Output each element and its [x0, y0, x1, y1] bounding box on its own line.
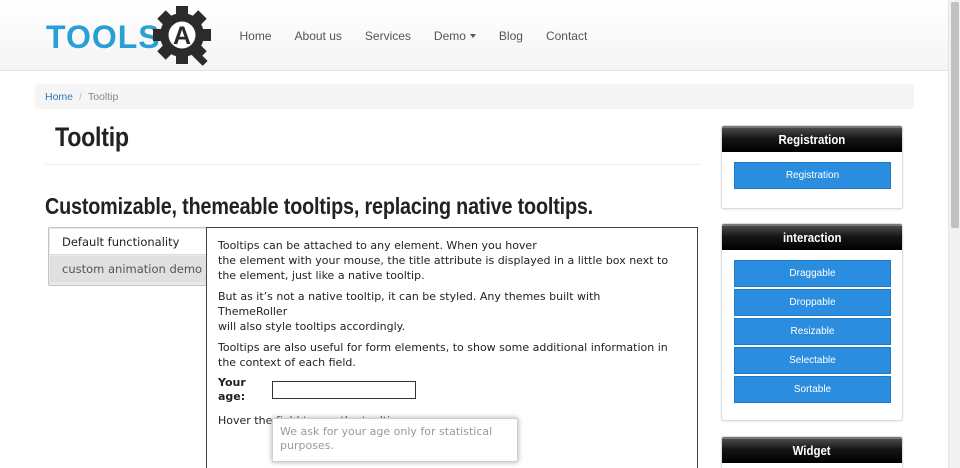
age-field-row: Your age: — [218, 376, 686, 404]
tab-default-functionality[interactable]: Default functionality — [50, 229, 206, 255]
sidebar-widget-widget: Widget — [721, 436, 903, 468]
selectable-button[interactable]: Selectable — [734, 347, 891, 374]
nav-blog[interactable]: Blog — [487, 29, 534, 43]
age-label: Your age: — [218, 376, 246, 403]
resizable-button[interactable]: Resizable — [734, 318, 891, 345]
nav-home[interactable]: Home — [228, 29, 283, 43]
logo-letter: A — [173, 22, 191, 50]
age-input[interactable] — [272, 381, 416, 399]
sidebar-interaction-widget: interaction Draggable Droppable Resizabl… — [721, 223, 903, 421]
registration-button[interactable]: Registration — [734, 162, 891, 189]
sortable-button[interactable]: Sortable — [734, 376, 891, 403]
main-nav: Home About us Services Demo Blog Contact — [228, 0, 599, 71]
page-subtitle: Customizable, themeable tooltips, replac… — [45, 193, 594, 219]
demo-tab-list: Default functionality custom animation d… — [48, 227, 208, 286]
nav-demo-dropdown[interactable]: Demo — [422, 29, 487, 43]
demo-text-line: will also style tooltips accordingly. — [218, 320, 406, 333]
demo-paragraph: But as it’s not a native tooltip, it can… — [218, 289, 686, 334]
widget-title: Registration — [722, 126, 902, 152]
tooltip-popup: We ask for your age only for statistical… — [272, 418, 518, 462]
tab-custom-animation-demo[interactable]: custom animation demo — [50, 256, 206, 282]
draggable-button[interactable]: Draggable — [734, 260, 891, 287]
logo-text: TOOLS — [46, 19, 161, 55]
demo-widget: Default functionality custom animation d… — [48, 227, 698, 468]
breadcrumb-home[interactable]: Home — [45, 91, 73, 103]
demo-paragraph: Tooltips are also useful for form elemen… — [218, 340, 686, 370]
navbar: TOOLS A Home About us Services Demo Blog… — [0, 0, 948, 71]
breadcrumb-current: Tooltip — [87, 90, 119, 103]
widget-title-text: interaction — [782, 230, 842, 245]
droppable-button[interactable]: Droppable — [734, 289, 891, 316]
breadcrumb: Home / Tooltip — [35, 84, 914, 109]
demo-panel: Tooltips can be attached to any element.… — [206, 227, 698, 468]
nav-about-us[interactable]: About us — [283, 29, 353, 43]
nav-services[interactable]: Services — [353, 29, 422, 43]
demo-text-line: the element with your mouse, the title a… — [218, 254, 669, 282]
widget-title: Widget — [722, 437, 902, 463]
widget-title: interaction — [722, 224, 902, 250]
gear-icon: A — [153, 6, 211, 66]
widget-title-text: Registration — [778, 132, 846, 147]
nav-contact[interactable]: Contact — [534, 29, 598, 43]
demo-paragraph: Tooltips can be attached to any element.… — [218, 238, 686, 283]
demo-text-line: Tooltips can be attached to any element.… — [218, 239, 537, 252]
demo-text-line: Tooltips are also useful for form elemen… — [218, 341, 668, 369]
page-title: Tooltip — [55, 122, 129, 152]
scrollbar-thumb[interactable] — [951, 2, 959, 228]
site-logo[interactable]: TOOLS A — [46, 6, 218, 66]
demo-text-line: But as it’s not a native tooltip, it can… — [218, 290, 601, 303]
nav-demo-label: Demo — [433, 28, 466, 43]
widget-title-text: Widget — [792, 443, 832, 458]
caret-down-icon — [469, 34, 476, 39]
page-scrollbar[interactable] — [948, 0, 960, 468]
title-divider — [45, 164, 700, 165]
sidebar-registration-widget: Registration Registration — [721, 125, 903, 209]
demo-text-line: ThemeRoller — [218, 305, 288, 318]
breadcrumb-separator: / — [79, 90, 82, 103]
